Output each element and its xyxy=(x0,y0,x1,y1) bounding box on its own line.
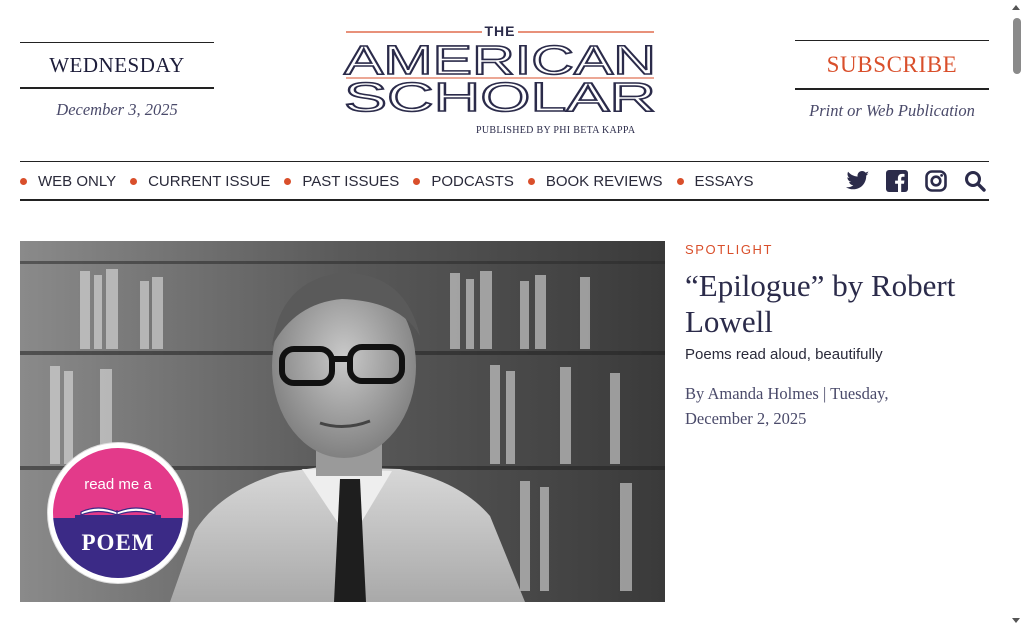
twitter-icon[interactable] xyxy=(846,169,870,193)
article-headline[interactable]: “Epilogue” by Robert Lowell xyxy=(685,268,975,340)
bullet-dot xyxy=(527,177,535,185)
article-dek: Poems read aloud, beautifully xyxy=(685,346,883,363)
main-nav: WEB ONLY CURRENT ISSUE PAST ISSUES PODCA… xyxy=(20,161,989,201)
social-icons xyxy=(831,162,987,200)
read-me-a-poem-badge: read me a POEM xyxy=(48,443,188,583)
nav-item-current-issue[interactable]: CURRENT ISSUE xyxy=(130,173,270,190)
bullet-dot xyxy=(413,177,421,185)
nav-item-label: PAST ISSUES xyxy=(302,172,400,190)
scrollbar-thumb[interactable] xyxy=(1013,18,1021,74)
nav-menu: WEB ONLY CURRENT ISSUE PAST ISSUES PODCA… xyxy=(20,162,767,200)
nav-item-book-reviews[interactable]: BOOK REVIEWS xyxy=(527,172,663,190)
nav-item-label: ESSAYS xyxy=(694,172,754,190)
weekday: WEDNESDAY xyxy=(49,53,185,77)
bullet-dot xyxy=(676,177,684,185)
article-byline: By Amanda Holmes | Tuesday, December 2, … xyxy=(685,384,889,428)
nav-item-essays[interactable]: ESSAYS xyxy=(676,172,754,190)
nav-item-podcasts[interactable]: PODCASTS xyxy=(413,173,514,190)
divider xyxy=(795,88,989,90)
site-logo[interactable]: THE AMERICAN SCHOLAR xyxy=(340,22,658,140)
subscribe-button[interactable]: SUBSCRIBE xyxy=(795,41,989,88)
nav-item-label: CURRENT ISSUE xyxy=(148,172,271,190)
scroll-up-arrow-icon[interactable] xyxy=(1012,5,1020,10)
divider xyxy=(20,87,214,89)
logo-scholar: SCHOLAR xyxy=(344,74,656,120)
subscribe-note[interactable]: Print or Web Publication xyxy=(795,101,989,121)
current-date: December 3, 2025 xyxy=(56,100,178,119)
section-kicker[interactable]: SPOTLIGHT xyxy=(685,242,773,257)
date-block: WEDNESDAY December 3, 2025 xyxy=(20,42,214,120)
facebook-icon[interactable] xyxy=(885,169,909,193)
nav-item-past-issues[interactable]: PAST ISSUES xyxy=(284,173,399,190)
open-book-icon xyxy=(75,507,161,518)
publisher-tagline: PUBLISHED BY PHI BETA KAPPA xyxy=(476,125,636,136)
scroll-down-arrow-icon[interactable] xyxy=(1012,618,1020,623)
nav-item-label: WEB ONLY xyxy=(38,172,117,190)
scrollbar[interactable] xyxy=(1009,0,1024,629)
bullet-dot xyxy=(284,177,292,185)
badge-line1: read me a xyxy=(84,476,152,493)
instagram-icon[interactable] xyxy=(924,169,948,193)
badge-inner: read me a POEM xyxy=(53,448,183,578)
search-icon[interactable] xyxy=(963,169,987,193)
nav-item-label: BOOK REVIEWS xyxy=(545,172,663,190)
nav-item-web-only[interactable]: WEB ONLY xyxy=(20,173,116,190)
nav-item-label: PODCASTS xyxy=(431,172,514,190)
bullet-dot xyxy=(20,177,27,185)
subscribe-block: SUBSCRIBE Print or Web Publication xyxy=(795,40,989,121)
badge-line2: POEM xyxy=(81,530,155,555)
bullet-dot xyxy=(130,177,138,185)
